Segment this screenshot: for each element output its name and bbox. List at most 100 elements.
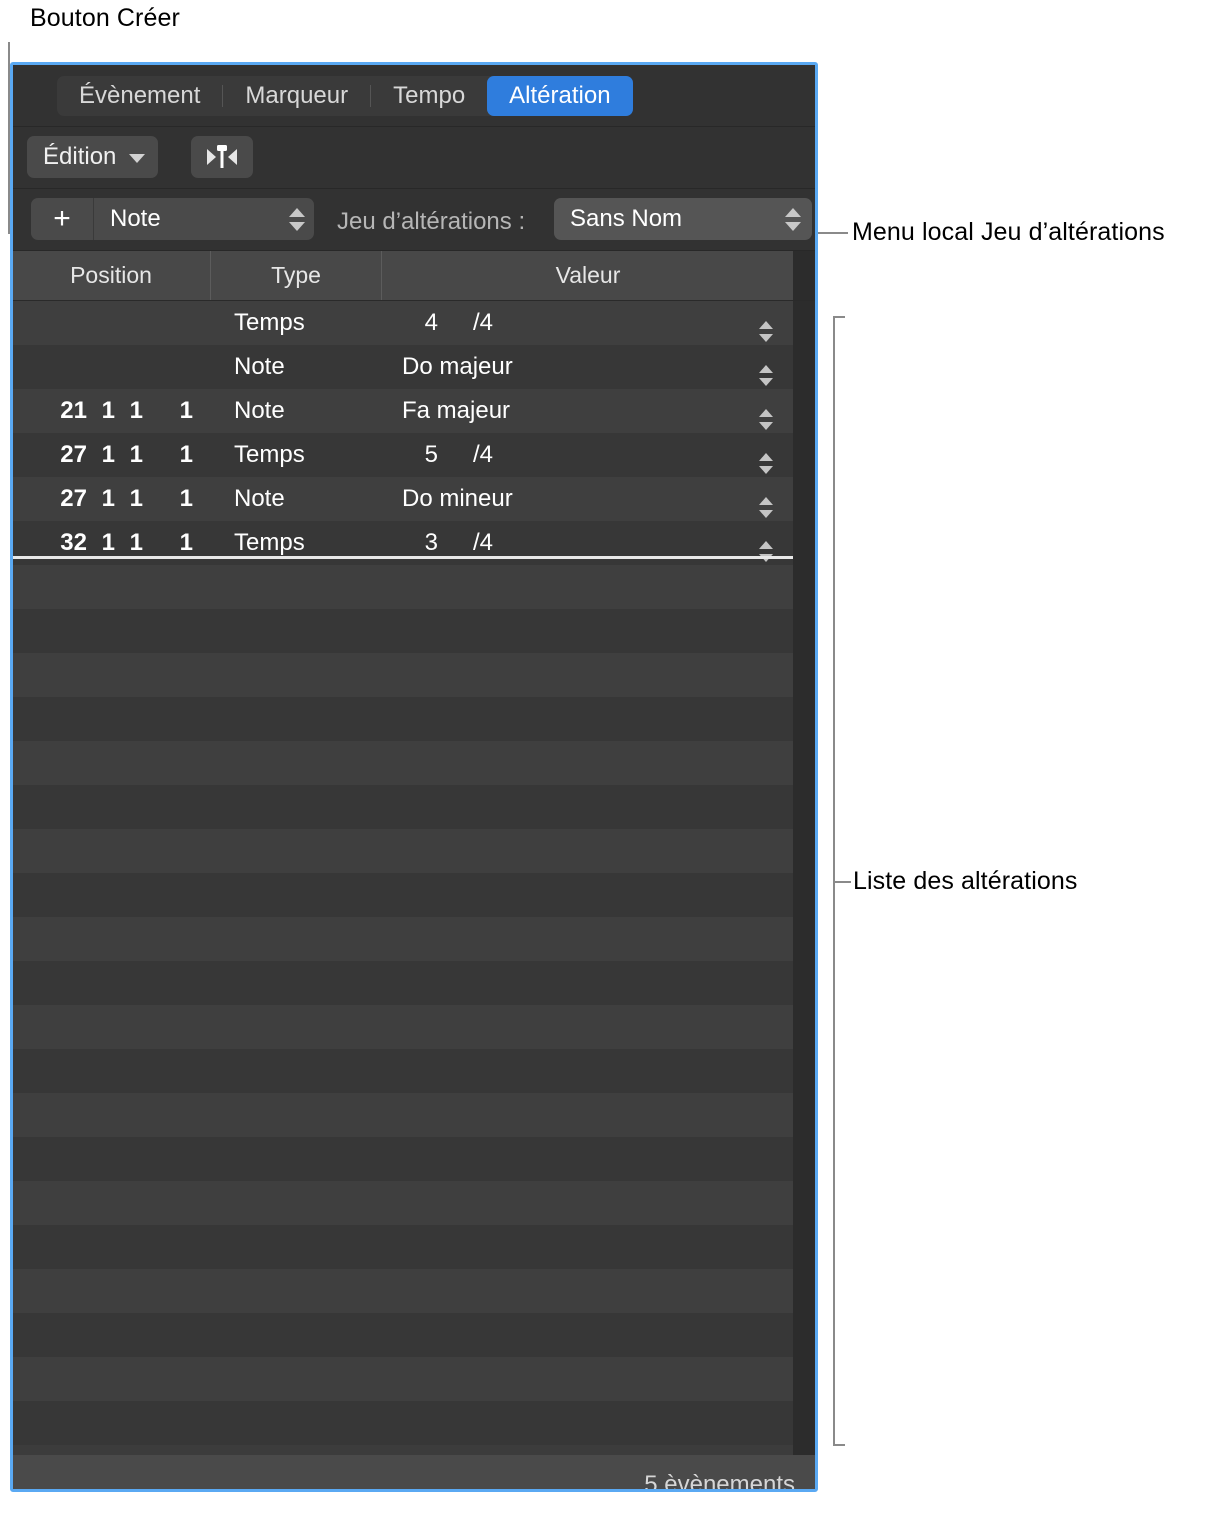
catch-playhead-button[interactable] [191, 136, 253, 178]
table-row-empty[interactable] [13, 961, 793, 1005]
callout-line-keyset-popup [818, 232, 848, 234]
toolbar: Édition [13, 127, 815, 189]
keyset-label: Jeu d’altérations : [337, 208, 525, 236]
table-row[interactable]: Temps 4 /4 [13, 301, 793, 345]
edit-menu-label: Édition [43, 143, 116, 171]
table-row-empty[interactable] [13, 1137, 793, 1181]
table-row[interactable]: 21 1 1 1 Note Fa majeur [13, 389, 793, 433]
stepper-arrows-icon [757, 453, 775, 474]
chevron-down-icon [129, 154, 145, 163]
table-row-empty[interactable] [13, 1401, 793, 1445]
table-row-empty[interactable] [13, 873, 793, 917]
position-beat: 1 [87, 485, 115, 513]
cell-type[interactable]: Temps [209, 309, 380, 337]
cell-type[interactable]: Note [209, 353, 380, 381]
list-scrollbar[interactable] [793, 301, 815, 1455]
tab-tempo[interactable]: Tempo [371, 76, 487, 116]
column-header-type[interactable]: Type [210, 251, 381, 300]
table-row-empty[interactable] [13, 1269, 793, 1313]
cell-position[interactable]: 27 1 1 1 [13, 441, 209, 469]
table-row-empty[interactable] [13, 1005, 793, 1049]
position-bar: 27 [43, 441, 87, 469]
cell-value[interactable]: 3 /4 [380, 529, 793, 557]
cell-position[interactable]: 27 1 1 1 [13, 485, 209, 513]
edit-menu-button[interactable]: Édition [27, 136, 158, 178]
empty-rows-container [13, 565, 793, 1445]
meter-numerator: 5 [392, 441, 438, 469]
tab-alteration[interactable]: Altération [487, 76, 632, 116]
cell-value[interactable]: 5 /4 [380, 441, 793, 469]
create-control-group: + Note [31, 198, 314, 240]
table-row-empty[interactable] [13, 917, 793, 961]
cell-value[interactable]: Fa majeur [380, 397, 793, 425]
meter-denominator: /4 [473, 441, 493, 469]
table-row-empty[interactable] [13, 653, 793, 697]
keyset-popup-menu[interactable]: Sans Nom [554, 198, 812, 240]
table-row-empty[interactable] [13, 565, 793, 609]
table-row-empty[interactable] [13, 1313, 793, 1357]
column-header-position[interactable]: Position [13, 251, 209, 300]
column-header-position-label: Position [70, 262, 152, 289]
cell-position[interactable]: 32 1 1 1 [13, 529, 209, 557]
alteration-list[interactable]: Temps 4 /4 [13, 301, 815, 1455]
event-type-popup-value: Note [110, 205, 161, 233]
stepper-arrows-icon [757, 497, 775, 518]
position-tick: 1 [143, 485, 193, 513]
stepper-arrows-icon [757, 365, 775, 386]
table-row-empty[interactable] [13, 829, 793, 873]
callout-line-alteration-list [833, 881, 851, 883]
position-div: 1 [115, 529, 143, 557]
event-list-window: Évènement Marqueur Tempo Altération Édit… [10, 62, 818, 1492]
insert-position-line [13, 556, 793, 559]
status-bar: 5 èvènements [13, 1455, 815, 1492]
position-tick: 1 [143, 441, 193, 469]
table-row[interactable]: 27 1 1 1 Note Do mineur [13, 477, 793, 521]
position-tick: 1 [143, 397, 193, 425]
column-header-valeur[interactable]: Valeur [381, 251, 794, 300]
tab-bar: Évènement Marqueur Tempo Altération [13, 65, 815, 127]
cell-value[interactable]: Do mineur [380, 485, 793, 513]
callout-label-keyset-popup: Menu local Jeu d’altérations [852, 218, 1165, 247]
position-bar: 27 [43, 485, 87, 513]
table-row-empty[interactable] [13, 697, 793, 741]
cell-type[interactable]: Note [209, 485, 380, 513]
stepper-arrows-icon [757, 321, 775, 342]
meter-denominator: /4 [473, 529, 493, 557]
tab-evenement[interactable]: Évènement [57, 76, 222, 116]
table-row-empty[interactable] [13, 741, 793, 785]
table-row[interactable]: 27 1 1 1 Temps 5 /4 [13, 433, 793, 477]
cell-type[interactable]: Temps [209, 529, 380, 557]
cell-type[interactable]: Temps [209, 441, 380, 469]
header-scrollbar-gutter [793, 251, 815, 300]
position-div: 1 [115, 397, 143, 425]
create-button[interactable]: + [31, 198, 94, 240]
keyset-popup-value: Sans Nom [570, 205, 682, 233]
meter-numerator: 3 [392, 529, 438, 557]
tab-alteration-label: Altération [509, 82, 610, 110]
callout-label-alteration-list: Liste des altérations [853, 867, 1077, 896]
table-row-empty[interactable] [13, 1181, 793, 1225]
position-div: 1 [115, 441, 143, 469]
table-row-empty[interactable] [13, 1093, 793, 1137]
table-row-empty[interactable] [13, 609, 793, 653]
key-signature-value: Do majeur [380, 353, 513, 381]
table-row-empty[interactable] [13, 1225, 793, 1269]
cell-position[interactable]: 21 1 1 1 [13, 397, 209, 425]
table-row-empty[interactable] [13, 1049, 793, 1093]
cell-value[interactable]: Do majeur [380, 353, 793, 381]
tab-marqueur[interactable]: Marqueur [223, 76, 370, 116]
event-type-popup[interactable]: Note [94, 198, 314, 240]
cell-value[interactable]: 4 /4 [380, 309, 793, 337]
table-row[interactable]: Note Do majeur [13, 345, 793, 389]
table-row-empty[interactable] [13, 785, 793, 829]
callout-bracket-list-bottom [833, 1444, 845, 1446]
callout-label-create-button: Bouton Créer [30, 4, 180, 33]
tab-group: Évènement Marqueur Tempo Altération [57, 76, 633, 116]
tab-evenement-label: Évènement [79, 82, 200, 110]
table-row-empty[interactable] [13, 1357, 793, 1401]
stepper-arrows-icon [784, 208, 802, 231]
tab-marqueur-label: Marqueur [245, 82, 348, 110]
stepper-arrows-icon [757, 409, 775, 430]
position-tick: 1 [143, 529, 193, 557]
cell-type[interactable]: Note [209, 397, 380, 425]
